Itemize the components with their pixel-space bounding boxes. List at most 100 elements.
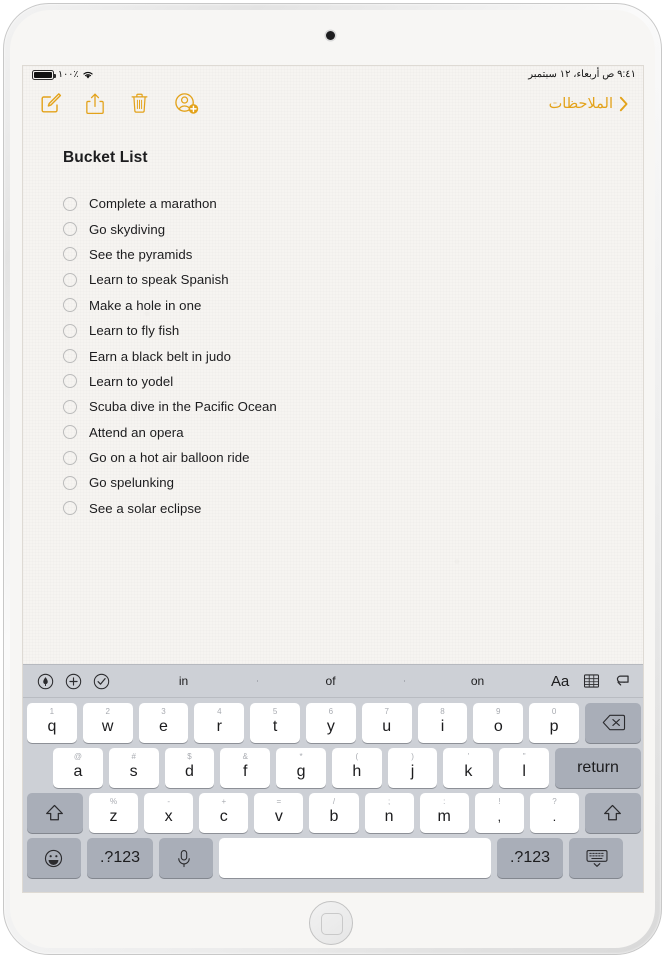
key-h[interactable]: (h (331, 748, 382, 788)
shift-key-right[interactable] (585, 793, 641, 833)
note-body[interactable]: Bucket List Complete a marathon Go skydiv… (23, 125, 643, 666)
key-main-label: u (382, 718, 392, 735)
home-button[interactable] (309, 901, 353, 945)
checklist-item[interactable]: Go spelunking (63, 470, 605, 495)
undo-icon[interactable] (614, 673, 631, 690)
share-icon[interactable] (84, 91, 108, 117)
key-hint-label: ) (411, 752, 414, 761)
checklist-icon[interactable] (93, 673, 110, 690)
checklist-item-label: Go on a hot air balloon ride (89, 450, 250, 466)
dictation-key[interactable] (159, 838, 213, 878)
key-n[interactable]: ; n (364, 793, 414, 833)
prediction-candidate[interactable]: in (110, 674, 257, 688)
checklist-item[interactable]: Attend an opera (63, 420, 605, 445)
key-y[interactable]: 6y (305, 703, 356, 743)
checklist-item-label: Earn a black belt in judo (89, 348, 232, 364)
checkbox-circle-icon[interactable] (63, 196, 77, 211)
key-l[interactable]: " l (499, 748, 550, 788)
backspace-key[interactable] (585, 703, 641, 743)
key-hint-label: 2 (105, 707, 110, 716)
emoji-key[interactable] (27, 838, 81, 878)
checklist-item[interactable]: Learn to fly fish (63, 318, 605, 343)
checkbox-circle-icon[interactable] (63, 501, 77, 516)
key-c[interactable]: + c (199, 793, 249, 833)
key-.[interactable]: ?. (529, 793, 579, 833)
key-q[interactable]: 1q (27, 703, 77, 743)
dismiss-keyboard-key[interactable] (569, 838, 623, 878)
key-z[interactable]: % z (89, 793, 139, 833)
key-k[interactable]: ' k (443, 748, 494, 788)
shift-key-left[interactable] (27, 793, 83, 833)
checklist-item[interactable]: Complete a marathon (63, 191, 605, 216)
checklist-item[interactable]: Learn to yodel (63, 369, 605, 394)
checkbox-circle-icon[interactable] (63, 222, 77, 237)
markup-pen-icon[interactable] (37, 673, 54, 690)
checklist-item[interactable]: Learn to speak Spanish (63, 267, 605, 292)
battery-percent-label: ١٠٠٪ (58, 69, 79, 80)
checkbox-circle-icon[interactable] (63, 450, 77, 465)
checkbox-circle-icon[interactable] (63, 272, 77, 287)
trash-icon[interactable] (129, 91, 153, 117)
keyboard-toolbar-right: Aa (551, 673, 631, 690)
add-plus-icon[interactable] (65, 673, 82, 690)
key-,[interactable]: !, (474, 793, 524, 833)
key-g[interactable]: * g (276, 748, 326, 788)
checklist-item[interactable]: Earn a black belt in judo (63, 343, 605, 368)
backspace-icon (602, 713, 626, 733)
numeric-key-right[interactable]: .?123 (497, 838, 563, 878)
screen: ١٠٠٪ ٩:٤١ ص أربعاء، ١٢ سبتمبر الملاحظات … (22, 65, 644, 893)
key-main-label: d (185, 763, 194, 780)
row2-left-spacer (27, 748, 47, 788)
checkbox-circle-icon[interactable] (63, 323, 77, 338)
checkbox-circle-icon[interactable] (63, 425, 77, 440)
space-key[interactable] (219, 838, 491, 878)
key-a[interactable]: @ a (53, 748, 103, 788)
checkbox-circle-icon[interactable] (63, 374, 77, 389)
numeric-key-left[interactable]: .?123 (87, 838, 153, 878)
text-format-button[interactable]: Aa (551, 673, 569, 690)
return-key[interactable]: return (555, 748, 641, 788)
key-w[interactable]: 2w (82, 703, 133, 743)
back-to-notes-button[interactable]: الملاحظات (549, 95, 629, 113)
checkbox-circle-icon[interactable] (63, 475, 77, 490)
table-icon[interactable] (583, 673, 600, 690)
checkbox-circle-icon[interactable] (63, 399, 77, 414)
checklist-item[interactable]: Make a hole in one (63, 293, 605, 318)
checklist-item[interactable]: Go skydiving (63, 216, 605, 241)
key-s[interactable]: # s (108, 748, 159, 788)
checklist-item[interactable]: Go on a hot air balloon ride (63, 445, 605, 470)
key-r[interactable]: 4r (194, 703, 245, 743)
checkbox-circle-icon[interactable] (63, 247, 77, 262)
key-o[interactable]: 9o (473, 703, 524, 743)
checklist-item[interactable]: See the pyramids (63, 242, 605, 267)
checklist-item[interactable]: See a solar eclipse (63, 496, 605, 521)
key-b[interactable]: / b (309, 793, 359, 833)
checkbox-circle-icon[interactable] (63, 349, 77, 364)
key-hint-label: # (131, 752, 136, 761)
key-p[interactable]: 0p (529, 703, 579, 743)
key-m[interactable]: :m (419, 793, 469, 833)
compose-icon[interactable] (39, 91, 63, 117)
add-person-icon[interactable] (174, 91, 199, 117)
checklist-item[interactable]: Scuba dive in the Pacific Ocean (63, 394, 605, 419)
checkbox-circle-icon[interactable] (63, 298, 77, 313)
checklist-item-label: Learn to fly fish (89, 323, 180, 339)
key-i[interactable]: 8i (417, 703, 468, 743)
key-x[interactable]: -x (144, 793, 194, 833)
prediction-candidate[interactable]: of (257, 674, 404, 688)
key-main-label: b (329, 808, 339, 825)
keyboard-row-4: .?123 .?123 (27, 838, 641, 878)
key-main-label: h (352, 763, 362, 780)
key-j[interactable]: ) j (387, 748, 438, 788)
key-f[interactable]: & f (220, 748, 271, 788)
key-main-label: , (497, 809, 502, 824)
key-v[interactable]: = v (254, 793, 304, 833)
key-main-label: i (440, 718, 445, 735)
checklist-item-label: Learn to speak Spanish (89, 272, 229, 288)
key-d[interactable]: $ d (164, 748, 215, 788)
key-u[interactable]: 7u (361, 703, 412, 743)
numeric-key-right-label: .?123 (509, 849, 551, 866)
key-e[interactable]: 3e (138, 703, 189, 743)
prediction-candidate[interactable]: on (404, 674, 551, 688)
key-t[interactable]: 5t (250, 703, 300, 743)
